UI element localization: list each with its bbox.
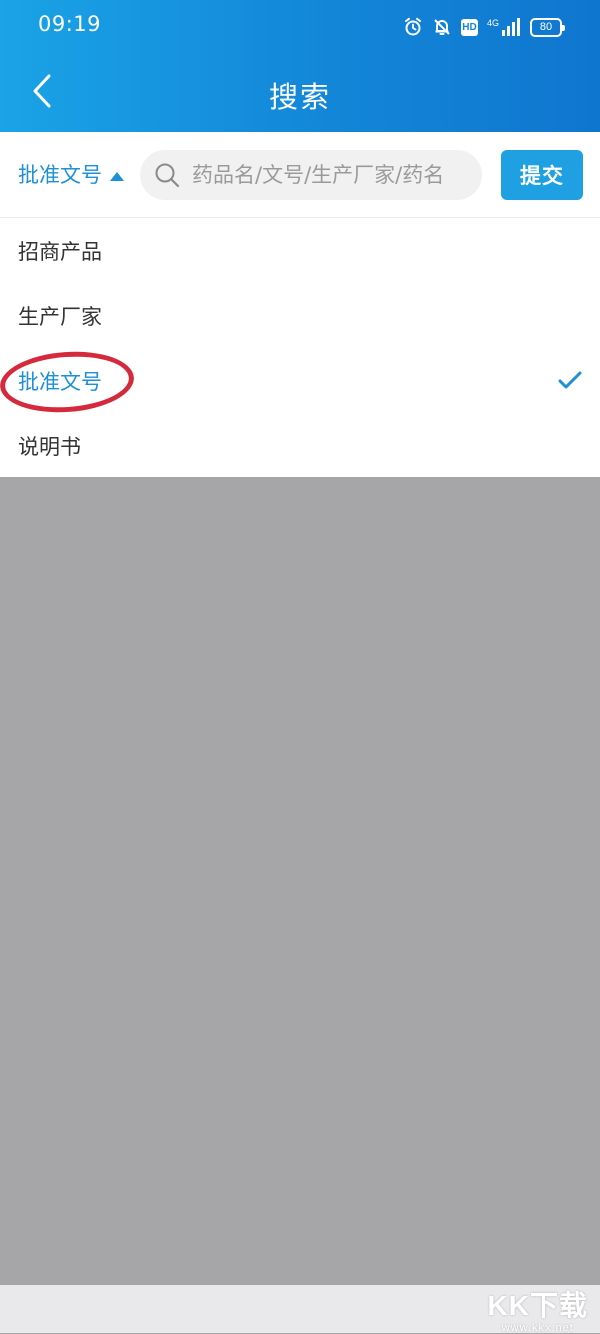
- status-time: 09:19: [38, 12, 102, 36]
- bell-off-icon: [432, 17, 452, 37]
- watermark-url: www.kkx.net: [501, 1322, 574, 1334]
- dropdown-item-merchant-products[interactable]: 招商产品: [0, 218, 600, 283]
- alarm-icon: [403, 17, 423, 37]
- search-type-label: 批准文号: [18, 163, 102, 187]
- dropdown-item-instructions[interactable]: 说明书: [0, 413, 600, 478]
- dropdown-item-label: 说明书: [18, 434, 81, 459]
- hd-icon: HD: [460, 18, 478, 36]
- dropdown-item-approval-number[interactable]: 批准文号: [0, 348, 600, 413]
- network-type-label: 4G: [486, 17, 499, 28]
- watermark: KK下载 www.kkx.net: [488, 1284, 588, 1334]
- status-bar: 09:19 HD 4G 80: [0, 0, 600, 52]
- app-header: 09:19 HD 4G 80 搜索: [0, 0, 600, 132]
- submit-button[interactable]: 提交: [501, 150, 583, 200]
- dim-overlay[interactable]: [0, 477, 600, 1285]
- battery-icon: 80: [530, 17, 565, 37]
- dropdown-item-manufacturer[interactable]: 生产厂家: [0, 283, 600, 348]
- dropdown-item-label: 批准文号: [18, 369, 102, 394]
- search-box: [140, 150, 482, 200]
- status-icons: HD 4G 80: [403, 14, 565, 40]
- search-type-selector[interactable]: 批准文号: [18, 159, 124, 189]
- search-input[interactable]: [192, 150, 477, 200]
- check-icon: [558, 370, 582, 395]
- watermark-logo: KK下载: [487, 1290, 588, 1321]
- page-title: 搜索: [268, 80, 331, 114]
- search-type-dropdown: 招商产品 生产厂家 批准文号 说明书: [0, 218, 600, 477]
- search-icon: [154, 162, 180, 192]
- search-bar: 批准文号 提交: [0, 132, 600, 218]
- dropdown-item-label: 生产厂家: [18, 304, 102, 329]
- 4g-signal-icon: [501, 18, 521, 36]
- dropdown-item-label: 招商产品: [18, 239, 102, 264]
- caret-up-icon: [110, 162, 124, 186]
